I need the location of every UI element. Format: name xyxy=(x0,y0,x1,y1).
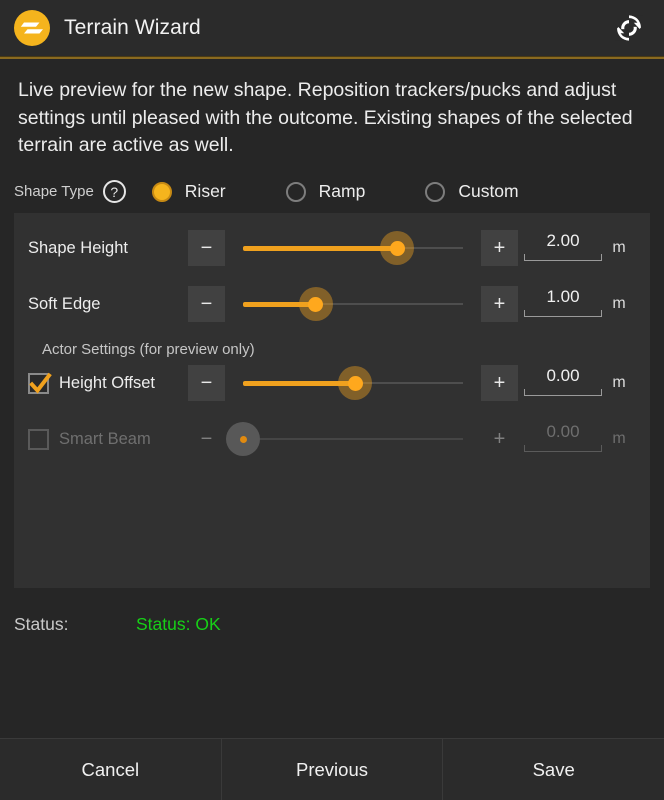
label-soft-edge: Soft Edge xyxy=(28,295,188,314)
value-underline xyxy=(524,254,602,261)
radio-mark-ramp xyxy=(286,182,306,202)
radio-option-riser[interactable]: Riser xyxy=(152,181,226,202)
value-field-shape-height[interactable]: 2.00 xyxy=(524,231,602,266)
radio-label-riser: Riser xyxy=(185,181,226,202)
setting-row-shape-height: Shape Height − + 2.00 m xyxy=(14,225,650,271)
refresh-sync-icon xyxy=(615,14,643,42)
refresh-button[interactable] xyxy=(612,11,646,45)
check-icon xyxy=(29,372,52,397)
checkbox-wrap-smart-beam[interactable]: Smart Beam xyxy=(28,429,188,450)
unit-soft-edge: m xyxy=(602,295,636,313)
slider-soft-edge[interactable] xyxy=(243,286,463,322)
slider-fill xyxy=(243,246,397,251)
settings-panel: Shape Height − + 2.00 m Soft Edge − + 1.… xyxy=(14,213,650,588)
status-badge: Status: OK xyxy=(136,614,221,635)
value-underline xyxy=(524,310,602,317)
checkbox-smart-beam[interactable] xyxy=(28,429,49,450)
unit-shape-height: m xyxy=(602,239,636,257)
actor-settings-label: Actor Settings (for preview only) xyxy=(14,327,650,360)
value-underline xyxy=(524,389,602,396)
value-field-soft-edge[interactable]: 1.00 xyxy=(524,287,602,322)
decrement-button-shape-height[interactable]: − xyxy=(188,230,225,266)
setting-row-smart-beam: Smart Beam − + 0.00 m xyxy=(14,416,650,462)
checkbox-wrap-height-offset[interactable]: Height Offset xyxy=(28,373,188,394)
increment-button-height-offset[interactable]: + xyxy=(481,365,518,401)
value-field-height-offset[interactable]: 0.00 xyxy=(524,366,602,401)
decrement-button-soft-edge[interactable]: − xyxy=(188,286,225,322)
cancel-button[interactable]: Cancel xyxy=(0,739,222,800)
checkbox-height-offset[interactable] xyxy=(28,373,49,394)
radio-label-custom: Custom xyxy=(458,181,518,202)
slider-thumb[interactable] xyxy=(308,297,323,312)
value-text-shape-height: 2.00 xyxy=(524,231,602,254)
radio-option-ramp[interactable]: Ramp xyxy=(286,181,366,202)
footer-button-bar: Cancel Previous Save xyxy=(0,738,664,800)
setting-row-soft-edge: Soft Edge − + 1.00 m xyxy=(14,281,650,327)
slider-smart-beam xyxy=(243,421,463,457)
value-text-smart-beam: 0.00 xyxy=(524,422,602,445)
lightning-bolt-icon xyxy=(19,15,45,41)
slider-shape-height[interactable] xyxy=(243,230,463,266)
radio-mark-riser xyxy=(152,182,172,202)
setting-row-height-offset: Height Offset − + 0.00 m xyxy=(14,360,650,406)
page-title: Terrain Wizard xyxy=(64,16,201,40)
label-height-offset: Height Offset xyxy=(59,374,155,393)
shape-type-row: Shape Type ? Riser Ramp Custom xyxy=(0,166,664,213)
unit-height-offset: m xyxy=(602,374,636,392)
radio-option-custom[interactable]: Custom xyxy=(425,181,518,202)
slider-thumb[interactable] xyxy=(390,241,405,256)
app-logo-icon xyxy=(14,10,50,46)
value-underline xyxy=(524,445,602,452)
slider-thumb xyxy=(240,436,247,443)
slider-track xyxy=(243,438,463,440)
value-text-soft-edge: 1.00 xyxy=(524,287,602,310)
radio-mark-custom xyxy=(425,182,445,202)
value-text-height-offset: 0.00 xyxy=(524,366,602,389)
label-smart-beam: Smart Beam xyxy=(59,430,151,449)
app-header: Terrain Wizard xyxy=(0,0,664,56)
shape-type-radio-group: Riser Ramp Custom xyxy=(152,181,664,202)
decrement-button-height-offset[interactable]: − xyxy=(188,365,225,401)
status-row: Status: Status: OK xyxy=(0,588,664,635)
description-text: Live preview for the new shape. Repositi… xyxy=(0,59,664,166)
unit-smart-beam: m xyxy=(602,430,636,448)
label-shape-height: Shape Height xyxy=(28,239,188,258)
shape-type-label: Shape Type xyxy=(14,183,94,200)
increment-button-shape-height[interactable]: + xyxy=(481,230,518,266)
question-mark-icon[interactable]: ? xyxy=(103,180,126,203)
increment-button-soft-edge[interactable]: + xyxy=(481,286,518,322)
increment-button-smart-beam: + xyxy=(481,421,518,457)
slider-height-offset[interactable] xyxy=(243,365,463,401)
value-field-smart-beam: 0.00 xyxy=(524,422,602,457)
save-button[interactable]: Save xyxy=(443,739,664,800)
previous-button[interactable]: Previous xyxy=(222,739,444,800)
decrement-button-smart-beam: − xyxy=(188,421,225,457)
status-label: Status: xyxy=(14,614,136,635)
slider-thumb[interactable] xyxy=(348,376,363,391)
radio-label-ramp: Ramp xyxy=(319,181,366,202)
